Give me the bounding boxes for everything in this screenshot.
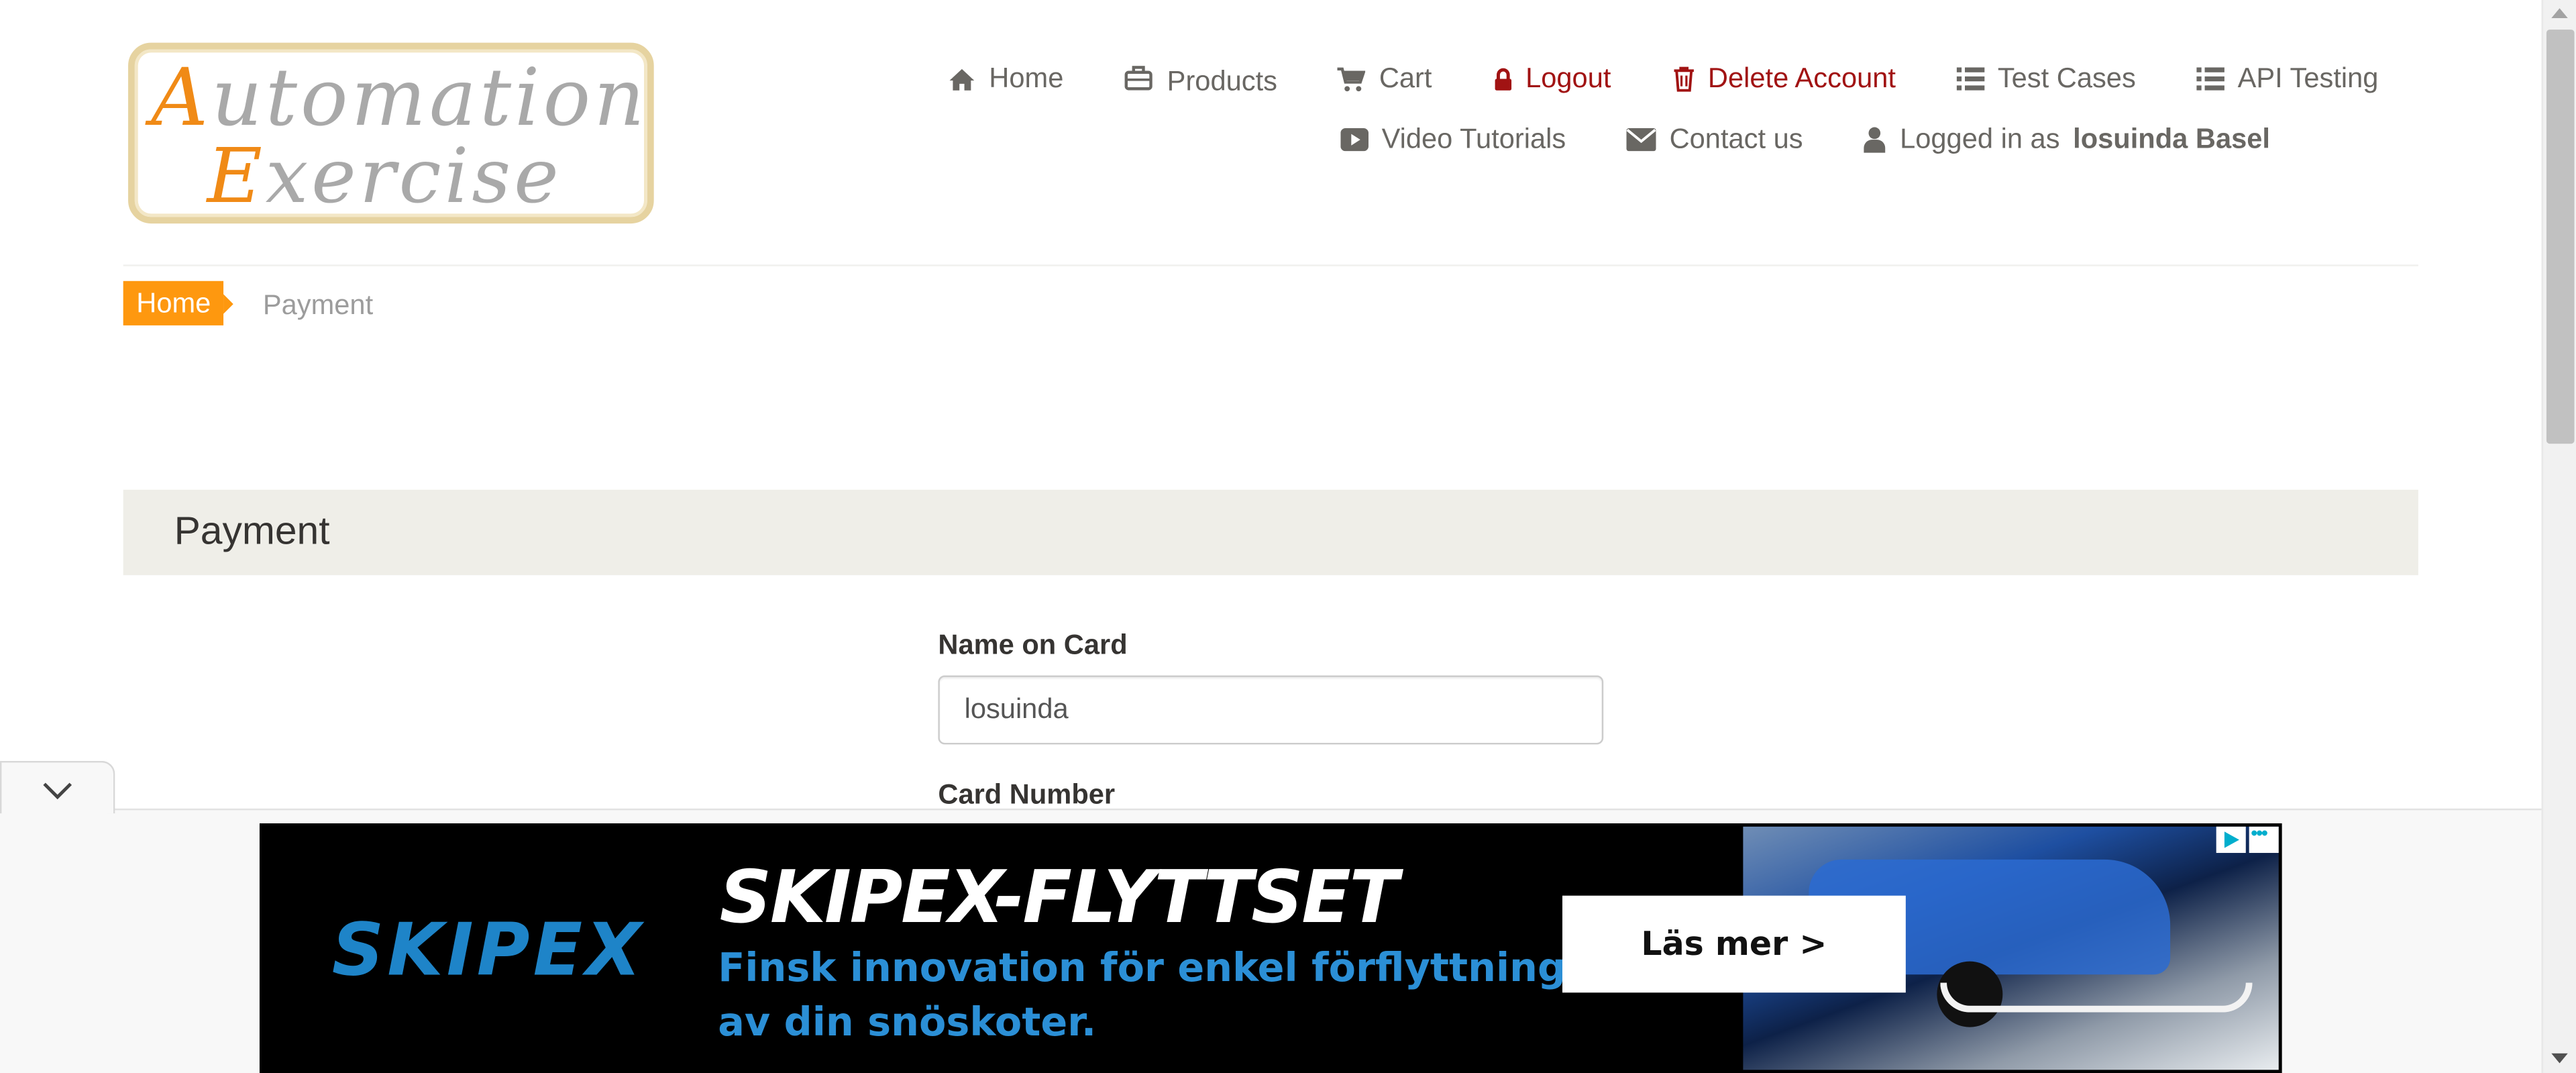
envelope-icon xyxy=(1626,128,1656,152)
payment-heading-band: Payment xyxy=(123,489,2418,576)
ad-subline-2: av din snöskoter. xyxy=(718,999,1097,1045)
nav-api-testing[interactable]: API Testing xyxy=(2196,62,2378,95)
ad-banner[interactable]: SKIPEX SKIPEX-FLYTTSET Finsk innovation … xyxy=(259,823,2282,1073)
name-on-card-input[interactable]: losuinda xyxy=(938,675,1604,745)
page: Automation Exercise Home Products Cart L… xyxy=(0,0,2576,1073)
logged-in-prefix: Logged in as xyxy=(1900,123,2060,155)
lock-icon xyxy=(1493,66,1512,91)
nav-products[interactable]: Products xyxy=(1124,62,1277,97)
breadcrumb-current: Payment xyxy=(262,289,374,321)
logo-line-2: Exercise xyxy=(207,131,562,221)
nav-delete-account[interactable]: Delete Account xyxy=(1672,62,1896,95)
header-divider xyxy=(123,264,2418,266)
name-on-card-label: Name on Card xyxy=(938,629,1128,661)
scroll-down-arrow-icon[interactable] xyxy=(2551,1053,2568,1064)
top-nav-row-1: Home Products Cart Logout Delete Account… xyxy=(948,62,2378,97)
scrollbar-thumb[interactable] xyxy=(2546,30,2575,444)
breadcrumb-home[interactable]: Home xyxy=(123,280,235,325)
nav-contact-us[interactable]: Contact us xyxy=(1626,123,1803,156)
site-logo[interactable]: Automation Exercise xyxy=(128,42,654,224)
youtube-play-icon xyxy=(1340,128,1369,152)
card-number-label: Card Number xyxy=(938,778,1116,811)
logged-in-username: losuinda Basel xyxy=(2073,123,2270,155)
ad-brand-logo: SKIPEX xyxy=(331,909,645,993)
cart-icon xyxy=(1338,66,1366,91)
ad-subline-1: Finsk innovation för enkel förflyttning xyxy=(718,945,1566,991)
page-scrollbar[interactable] xyxy=(2541,0,2576,1073)
top-nav-row-2: Video Tutorials Contact us Logged in as l… xyxy=(1340,123,2270,156)
nav-logged-in-user: Logged in as losuinda Basel xyxy=(1864,123,2270,156)
nav-video-tutorials[interactable]: Video Tutorials xyxy=(1340,123,1566,156)
user-icon xyxy=(1864,127,1886,153)
adchoices-icon[interactable] xyxy=(2216,826,2246,854)
nav-home[interactable]: Home xyxy=(948,62,1063,95)
ad-menu-icon[interactable] xyxy=(2249,823,2279,854)
nav-cart[interactable]: Cart xyxy=(1338,62,1432,95)
home-icon xyxy=(948,66,976,91)
trash-icon xyxy=(1672,66,1695,92)
list-icon xyxy=(1956,67,1985,91)
ad-cta-button[interactable]: Läs mer > xyxy=(1562,895,1906,993)
ad-headline: SKIPEX-FLYTTSET xyxy=(719,856,1399,940)
ad-collapse-tab[interactable] xyxy=(0,760,115,814)
nav-logout[interactable]: Logout xyxy=(1493,62,1611,95)
ad-choices[interactable] xyxy=(2216,823,2279,854)
page-title: Payment xyxy=(174,509,330,554)
list-icon xyxy=(2196,67,2225,91)
briefcase-icon xyxy=(1124,66,1154,92)
nav-test-cases[interactable]: Test Cases xyxy=(1956,62,2136,95)
scroll-up-arrow-icon[interactable] xyxy=(2551,8,2568,18)
